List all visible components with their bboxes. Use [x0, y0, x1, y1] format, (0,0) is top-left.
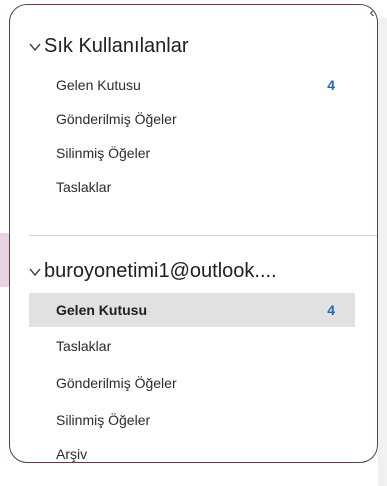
- left-accent-tab: [0, 233, 9, 287]
- chevron-down-icon: [29, 268, 41, 276]
- account-header[interactable]: buroyonetimi1@outlook....: [29, 260, 277, 283]
- folder-label: Taslaklar: [56, 179, 112, 195]
- scroll-region: [378, 18, 387, 486]
- account-item-taslaklar[interactable]: Taslaklar: [29, 329, 355, 363]
- folder-label: Arşiv: [56, 446, 88, 462]
- folder-label: Taslaklar: [56, 338, 112, 354]
- chevron-left-icon[interactable]: ‹: [365, 5, 377, 21]
- account-item-silinmis-ogeler[interactable]: Silinmiş Öğeler: [29, 403, 355, 437]
- unread-count: 4: [327, 77, 335, 93]
- chevron-down-icon: [29, 43, 41, 51]
- account-item-gelen-kutusu[interactable]: Gelen Kutusu 4: [29, 293, 355, 327]
- folder-label: Gelen Kutusu: [56, 302, 148, 318]
- favorites-header-label: Sık Kullanılanlar: [44, 35, 189, 57]
- favorites-header[interactable]: Sık Kullanılanlar: [29, 35, 189, 58]
- folder-pane: ‹ Sık Kullanılanlar Gelen Kutusu 4 Gönde…: [9, 4, 378, 463]
- folder-label: Silinmiş Öğeler: [56, 412, 151, 428]
- account-header-label: buroyonetimi1@outlook....: [44, 260, 277, 282]
- favorites-item-silinmis-ogeler[interactable]: Silinmiş Öğeler: [29, 136, 355, 170]
- account-item-arsiv[interactable]: Arşiv: [29, 440, 355, 462]
- unread-count: 4: [327, 302, 335, 318]
- folder-label: Silinmiş Öğeler: [56, 145, 151, 161]
- folder-label: Gelen Kutusu: [56, 77, 141, 93]
- favorites-item-gelen-kutusu[interactable]: Gelen Kutusu 4: [29, 68, 355, 102]
- folder-label: Gönderilmiş Öğeler: [56, 375, 177, 391]
- folder-label: Gönderilmiş Öğeler: [56, 111, 177, 127]
- account-item-gonderilmis-ogeler[interactable]: Gönderilmiş Öğeler: [29, 366, 355, 400]
- favorites-item-gonderilmis-ogeler[interactable]: Gönderilmiş Öğeler: [29, 102, 355, 136]
- favorites-item-taslaklar[interactable]: Taslaklar: [29, 170, 355, 204]
- section-divider: [29, 235, 377, 236]
